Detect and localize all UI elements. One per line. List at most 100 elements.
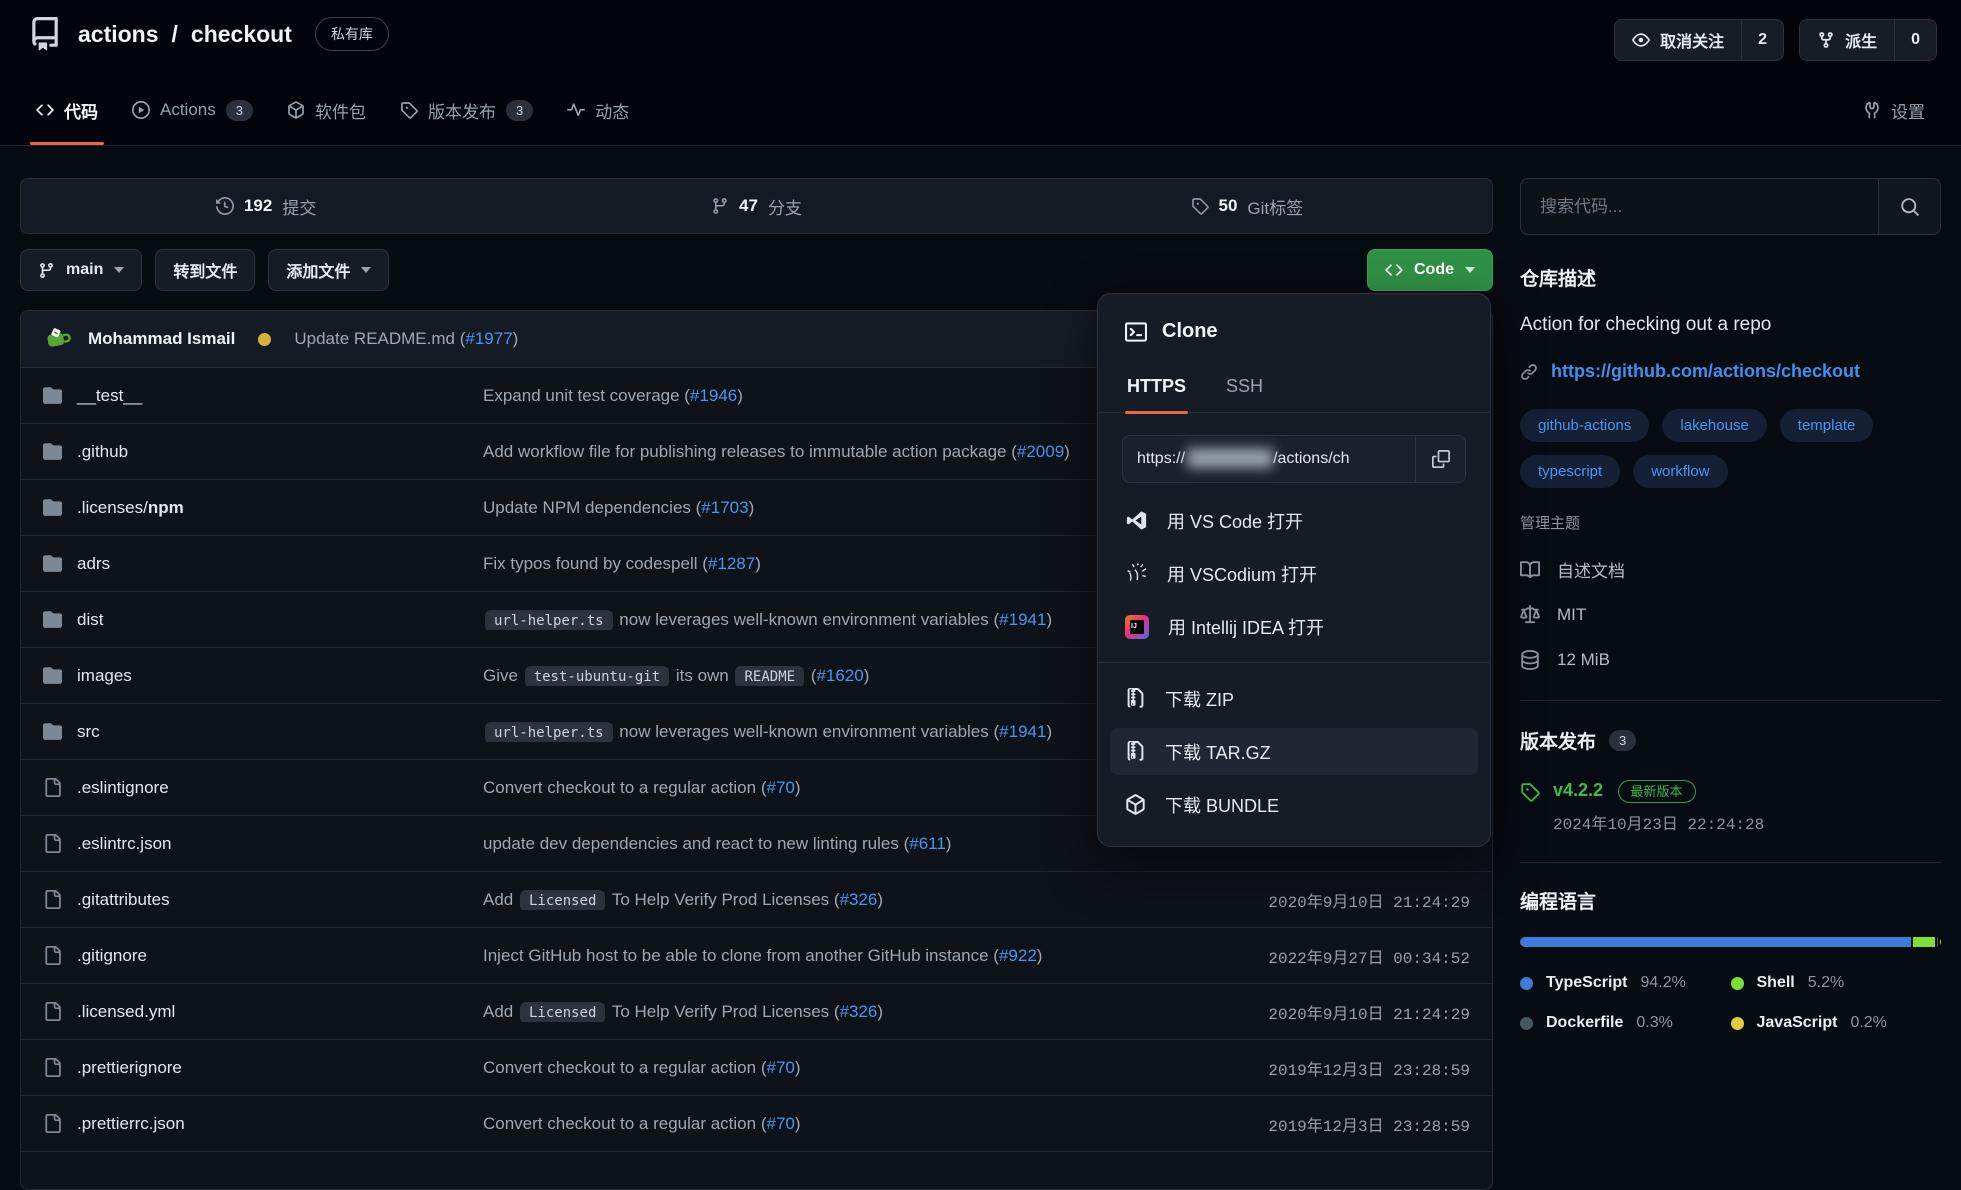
file-link[interactable]: .eslintignore <box>43 778 483 798</box>
sidebar-divider <box>1520 700 1941 701</box>
file-link[interactable]: .gitattributes <box>43 890 483 910</box>
entry-name: adrs <box>77 554 110 574</box>
search-button[interactable] <box>1878 179 1940 234</box>
tags-stat[interactable]: 50 Git标签 <box>1002 179 1492 233</box>
url-prefix: https:// <box>1137 450 1185 468</box>
issue-link[interactable]: #70 <box>766 1114 794 1133</box>
folder-link[interactable]: adrs <box>43 554 483 574</box>
tab-actions[interactable]: Actions 3 <box>118 87 267 133</box>
open-vscodium-item[interactable]: 用 VSCodium 打开 <box>1110 550 1478 597</box>
code-button[interactable]: Code <box>1367 249 1493 291</box>
tab-settings[interactable]: 设置 <box>1849 87 1939 133</box>
file-link[interactable]: .prettierrc.json <box>43 1114 483 1134</box>
releases-title-label: 版本发布 <box>1520 727 1596 754</box>
topic-pill[interactable]: lakehouse <box>1662 409 1766 442</box>
tab-ssh[interactable]: SSH <box>1224 361 1265 412</box>
folder-icon <box>43 498 62 517</box>
repo-name-link[interactable]: checkout <box>191 21 292 48</box>
manage-topics-link[interactable]: 管理主题 <box>1520 512 1941 533</box>
language-name: TypeScript <box>1546 974 1628 992</box>
search-input[interactable] <box>1521 179 1878 234</box>
repo-owner-link[interactable]: actions <box>78 21 159 48</box>
issue-link[interactable]: #1977 <box>465 329 512 348</box>
package-icon <box>1125 794 1146 815</box>
download-bundle-item[interactable]: 下载 BUNDLE <box>1110 781 1478 828</box>
issue-link[interactable]: #611 <box>909 834 946 853</box>
issue-link[interactable]: #326 <box>840 890 878 909</box>
issue-link[interactable]: #922 <box>999 946 1037 965</box>
tab-releases[interactable]: 版本发布 3 <box>386 87 547 133</box>
entry-commit-message: Inject GitHub host to be able to clone f… <box>483 946 1170 966</box>
issue-link[interactable]: #1941 <box>999 610 1046 629</box>
add-file-button[interactable]: 添加文件 <box>268 249 389 291</box>
file-link[interactable]: .gitignore <box>43 946 483 966</box>
copy-url-button[interactable] <box>1415 436 1465 482</box>
language-bar[interactable] <box>1520 937 1941 947</box>
language-legend-item[interactable]: TypeScript94.2% <box>1520 974 1731 992</box>
clone-url-input[interactable]: https://█████████/actions/ch <box>1123 436 1415 482</box>
pulse-icon <box>567 101 585 119</box>
language-legend-item[interactable]: Shell5.2% <box>1731 974 1942 992</box>
commits-stat[interactable]: 192 提交 <box>21 179 511 233</box>
tab-packages[interactable]: 软件包 <box>273 87 380 133</box>
watchers-count[interactable]: 2 <box>1741 20 1783 60</box>
tab-activity[interactable]: 动态 <box>553 87 643 133</box>
open-vscode-item[interactable]: 用 VS Code 打开 <box>1110 497 1478 544</box>
fork-button[interactable]: 派生 0 <box>1799 19 1937 61</box>
file-link[interactable]: .eslintrc.json <box>43 834 483 854</box>
issue-link[interactable]: #70 <box>766 778 794 797</box>
play-icon <box>132 101 150 119</box>
unwatch-button[interactable]: 取消关注 2 <box>1614 19 1784 61</box>
topic-list: github-actions lakehouse template typescrip… <box>1520 409 1941 488</box>
download-zip-item[interactable]: 下载 ZIP <box>1110 675 1478 722</box>
latest-release-item: v4.2.2 最新版本 2024年10月23日 22:24:28 <box>1520 780 1941 834</box>
goto-file-button[interactable]: 转到文件 <box>155 249 255 291</box>
topic-pill[interactable]: workflow <box>1633 455 1727 488</box>
folder-link[interactable]: __test__ <box>43 386 483 406</box>
forks-count[interactable]: 0 <box>1894 20 1936 60</box>
folder-link[interactable]: dist <box>43 610 483 630</box>
file-link[interactable]: .licensed.yml <box>43 1002 483 1022</box>
language-legend-item[interactable]: Dockerfile0.3% <box>1520 1014 1731 1032</box>
license-item[interactable]: MIT <box>1520 592 1941 637</box>
folder-link[interactable]: src <box>43 722 483 742</box>
issue-link[interactable]: #326 <box>840 1002 878 1021</box>
entry-commit-message: Add Licensed To Help Verify Prod License… <box>483 890 1170 910</box>
code-span: url-helper.ts <box>485 722 613 742</box>
language-percent: 0.2% <box>1850 1014 1886 1032</box>
issue-link[interactable]: #1620 <box>816 666 863 685</box>
language-legend-item[interactable]: JavaScript0.2% <box>1731 1014 1942 1032</box>
readme-item[interactable]: 自述文档 <box>1520 547 1941 592</box>
commit-status-icon[interactable] <box>258 333 271 346</box>
tab-code[interactable]: 代码 <box>22 87 112 133</box>
folder-link[interactable]: images <box>43 666 483 686</box>
branch-selector[interactable]: main <box>20 249 142 291</box>
folder-link[interactable]: .github <box>43 442 483 462</box>
language-name: Shell <box>1757 974 1795 992</box>
branches-count: 47 <box>739 196 758 216</box>
topic-pill[interactable]: template <box>1780 409 1874 442</box>
website-link[interactable]: https://github.com/actions/checkout <box>1551 361 1860 382</box>
add-file-label: 添加文件 <box>286 258 350 282</box>
open-vscode-label: 用 VS Code 打开 <box>1167 508 1303 534</box>
branches-stat[interactable]: 47 分支 <box>511 179 1001 233</box>
open-intellij-item[interactable]: IJ 用 Intellij IDEA 打开 <box>1110 603 1478 650</box>
releases-section-title[interactable]: 版本发布 3 <box>1520 727 1941 754</box>
topic-pill[interactable]: typescript <box>1520 455 1620 488</box>
issue-link[interactable]: #1946 <box>690 386 737 405</box>
file-link[interactable]: .prettierignore <box>43 1058 483 1078</box>
issue-link[interactable]: #1703 <box>701 498 748 517</box>
folder-link[interactable]: .licenses/npm <box>43 498 483 518</box>
entry-name: .eslintignore <box>77 778 169 798</box>
download-targz-item[interactable]: 下载 TAR.GZ <box>1110 728 1478 775</box>
issue-link[interactable]: #2009 <box>1017 442 1064 461</box>
issue-link[interactable]: #70 <box>766 1058 794 1077</box>
release-tag-link[interactable]: v4.2.2 <box>1553 780 1603 800</box>
issue-link[interactable]: #1941 <box>999 722 1046 741</box>
avatar[interactable] <box>43 324 73 354</box>
tab-https[interactable]: HTTPS <box>1125 361 1188 412</box>
issue-link[interactable]: #1287 <box>708 554 755 573</box>
commit-author[interactable]: Mohammad Ismail <box>88 329 235 349</box>
topic-pill[interactable]: github-actions <box>1520 409 1649 442</box>
vscodium-icon <box>1125 562 1148 585</box>
